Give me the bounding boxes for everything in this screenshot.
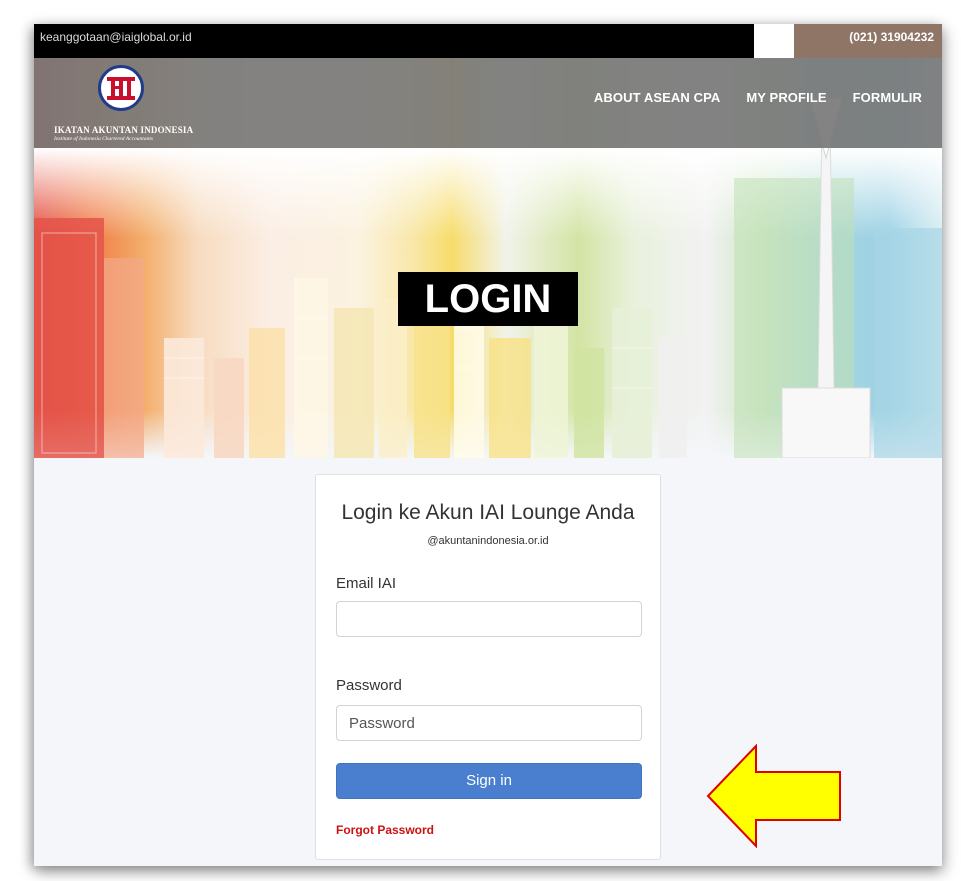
- contact-phone[interactable]: (021) 31904232: [794, 24, 942, 58]
- hero-banner: IKATAN AKUNTAN INDONESIA Institute of In…: [34, 58, 942, 458]
- login-card-title: Login ke Akun IAI Lounge Anda: [341, 501, 635, 524]
- iai-logo-icon[interactable]: [98, 65, 144, 111]
- org-name: IKATAN AKUNTAN INDONESIA: [54, 125, 194, 135]
- contact-email[interactable]: keanggotaan@iaiglobal.or.id: [34, 24, 754, 58]
- main-navbar: IKATAN AKUNTAN INDONESIA Institute of In…: [34, 58, 942, 148]
- sign-in-button[interactable]: Sign in: [336, 763, 642, 799]
- login-card-subtitle: @akuntanindonesia.or.id: [427, 535, 549, 547]
- nav-links: ABOUT ASEAN CPA MY PROFILE FORMULIR: [594, 90, 922, 105]
- email-label: Email IAI: [336, 575, 397, 592]
- arrow-left-icon: [706, 744, 841, 848]
- email-input[interactable]: [336, 601, 642, 637]
- contact-bar: keanggotaan@iaiglobal.or.id (021) 319042…: [34, 24, 942, 58]
- page-frame: keanggotaan@iaiglobal.or.id (021) 319042…: [34, 24, 942, 866]
- password-label: Password: [336, 677, 402, 694]
- page-title: LOGIN: [398, 272, 578, 326]
- nav-formulir[interactable]: FORMULIR: [853, 90, 922, 105]
- password-input[interactable]: [336, 705, 642, 741]
- nav-my-profile[interactable]: MY PROFILE: [746, 90, 826, 105]
- logo-caption: IKATAN AKUNTAN INDONESIA Institute of In…: [54, 126, 234, 143]
- forgot-password-link[interactable]: Forgot Password: [336, 823, 434, 837]
- org-tagline: Institute of Indonesia Chartered Account…: [54, 136, 153, 142]
- iai-monogram-graphic: [107, 77, 135, 100]
- nav-about-asean-cpa[interactable]: ABOUT ASEAN CPA: [594, 90, 720, 105]
- login-card: Login ke Akun IAI Lounge Anda @akuntanin…: [315, 474, 661, 860]
